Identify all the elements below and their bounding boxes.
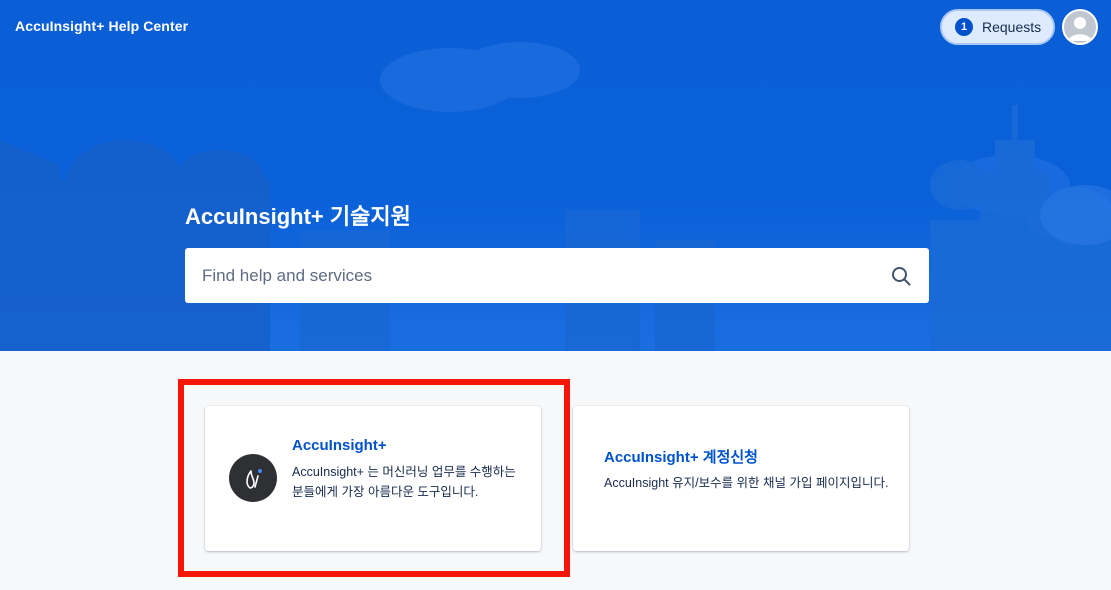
highlight-box	[178, 379, 570, 577]
search-input[interactable]	[185, 248, 865, 303]
requests-label: Requests	[982, 19, 1042, 35]
card-title[interactable]: AccuInsight+ 계정신청	[604, 446, 758, 467]
help-center-brand[interactable]: AccuInsight+ Help Center	[15, 18, 188, 34]
card-description: AccuInsight 유지/보수를 위한 채널 가입 페이지입니다.	[604, 476, 889, 490]
page-title: AccuInsight+ 기술지원	[185, 204, 411, 229]
hero-banner: AccuInsight+ Help Center 1 Requests Accu…	[0, 0, 1111, 351]
service-card-account-request[interactable]: AccuInsight+ 계정신청 AccuInsight 유지/보수를 위한 …	[573, 406, 909, 551]
user-avatar[interactable]	[1062, 9, 1098, 45]
requests-count-badge: 1	[955, 18, 973, 36]
user-icon	[1068, 17, 1092, 41]
search-icon[interactable]	[891, 266, 911, 286]
requests-button[interactable]: 1 Requests	[940, 9, 1055, 45]
search-box	[185, 248, 929, 303]
